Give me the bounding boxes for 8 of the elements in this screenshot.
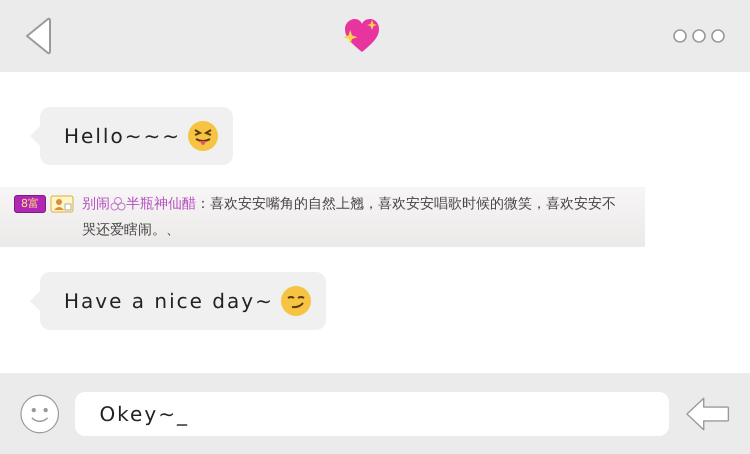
rank-badge: 8富 [14, 195, 46, 213]
user-name[interactable]: 别闹 [82, 196, 110, 212]
message-text: Have a nice day~ [64, 288, 274, 315]
message-text: Hello~~~ [64, 123, 181, 150]
comment-text: 别闹 半瓶神仙醋：喜欢安安嘴角的自然上翘，喜欢安安唱歌时候的微笑，喜欢安安不哭还爱瞎闹。、 [81, 195, 617, 240]
message-input[interactable]: Okey~_ [75, 392, 669, 436]
input-text: Okey~_ [99, 400, 189, 428]
nickname[interactable]: 半瓶神仙醋 [126, 196, 196, 212]
